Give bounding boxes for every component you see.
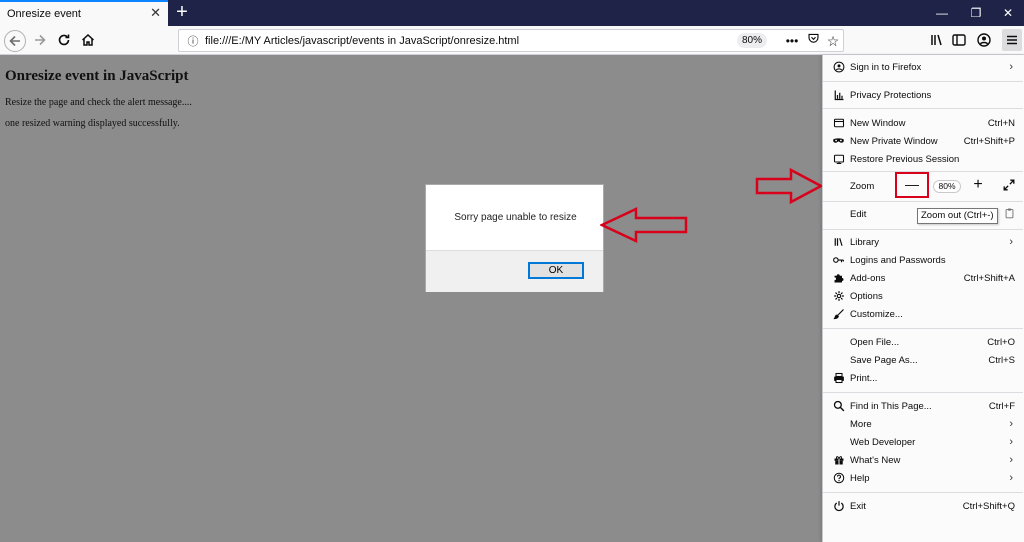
chevron-right-icon: › [1009,236,1013,248]
menu-sign-in[interactable]: Sign in to Firefox › [823,58,1023,76]
restore-button[interactable]: ❐ [958,0,994,26]
fullscreen-button[interactable] [1001,178,1017,194]
menu-separator [823,392,1023,393]
menu-open-file[interactable]: Open File... Ctrl+O [823,333,1023,351]
firefox-main-menu: Sign in to Firefox › Privacy Protections… [822,55,1024,542]
menu-print[interactable]: Print... [823,369,1023,387]
alert-dialog: Sorry page unable to resize OK [425,184,604,292]
home-icon [81,33,95,46]
hamburger-menu-button[interactable] [1002,29,1022,51]
sidebar-icon[interactable] [948,29,970,51]
menu-restore-session[interactable]: Restore Previous Session [823,150,1023,168]
menu-separator [823,328,1023,329]
search-icon [832,400,845,413]
fullscreen-expand-icon [1003,179,1015,191]
alert-footer: OK [426,250,603,292]
alert-ok-button[interactable]: OK [528,262,584,279]
restore-session-icon [832,153,845,166]
gift-icon [832,454,845,467]
menu-save-page[interactable]: Save Page As... Ctrl+S [823,351,1023,369]
pocket-icon[interactable] [804,32,822,50]
menu-new-private-window[interactable]: New Private Window Ctrl+Shift+P [823,132,1023,150]
menu-separator [823,108,1023,109]
page-heading: Onresize event in JavaScript [5,68,189,84]
menu-separator [823,81,1023,82]
chevron-right-icon: › [1009,436,1013,448]
printer-icon [832,372,845,385]
page-status-line: one resized warning displayed successful… [5,118,180,129]
private-mask-icon [832,135,845,148]
gear-icon [832,290,845,303]
tab-onresize-event[interactable]: Onresize event ✕ [0,0,168,26]
reload-icon [58,34,70,46]
hamburger-icon [1007,35,1017,45]
paintbrush-icon [832,308,845,321]
chevron-right-icon: › [1009,472,1013,484]
tab-title: Onresize event [7,8,81,20]
account-circle-icon [832,61,845,74]
home-button[interactable] [77,29,99,51]
menu-web-developer[interactable]: Web Developer › [823,433,1023,451]
reload-button[interactable] [53,29,75,51]
annotation-arrow-right-icon [755,167,823,205]
menu-find-in-page[interactable]: Find in This Page... Ctrl+F [823,397,1023,415]
menu-privacy-protections[interactable]: Privacy Protections [823,86,1023,104]
tab-strip: Onresize event ✕ + — ❐ ✕ [0,0,1024,26]
alert-message: Sorry page unable to resize [454,212,577,223]
power-icon [832,500,845,513]
library-books-icon [832,236,845,249]
chevron-right-icon: › [1009,418,1013,430]
puzzle-piece-icon [832,272,845,285]
chevron-right-icon: › [1009,61,1013,73]
menu-logins-passwords[interactable]: Logins and Passwords [823,251,1023,269]
zoom-in-button[interactable]: + [971,176,985,194]
menu-separator [823,201,1023,202]
chevron-right-icon: › [1009,454,1013,466]
menu-whats-new[interactable]: What's New › [823,451,1023,469]
key-icon [832,254,845,267]
back-arrow-icon [9,35,20,47]
zoom-out-tooltip: Zoom out (Ctrl+-) [917,208,998,224]
info-icon[interactable]: ⓘ [183,33,203,49]
library-icon[interactable] [926,29,948,51]
paste-clipboard-icon[interactable] [1004,207,1015,222]
window-icon [832,117,845,130]
new-tab-button[interactable]: + [173,1,191,23]
account-icon[interactable] [973,29,995,51]
menu-separator [823,492,1023,493]
zoom-reset-button[interactable]: 80% [933,180,961,193]
bookmark-star-icon[interactable]: ☆ [824,32,842,50]
minimize-button[interactable]: — [924,0,960,26]
url-bar[interactable]: ⓘ file:///E:/MY Articles/javascript/even… [178,29,844,52]
close-tab-icon[interactable]: ✕ [150,5,161,21]
menu-customize[interactable]: Customize... [823,305,1023,323]
forward-arrow-icon [35,34,46,46]
menu-library[interactable]: Library › [823,233,1023,251]
annotation-arrow-left-icon [600,207,688,243]
nav-bar: ⓘ file:///E:/MY Articles/javascript/even… [0,26,1024,55]
page-instruction: Resize the page and check the alert mess… [5,97,192,108]
menu-addons[interactable]: Add-ons Ctrl+Shift+A [823,269,1023,287]
zoom-out-button[interactable]: — [895,172,929,198]
page-actions-icon[interactable]: ••• [783,32,801,50]
menu-new-window[interactable]: New Window Ctrl+N [823,114,1023,132]
menu-help[interactable]: Help › [823,469,1023,487]
bar-chart-icon [832,89,845,102]
close-window-button[interactable]: ✕ [990,0,1024,26]
menu-more[interactable]: More › [823,415,1023,433]
back-button[interactable] [4,30,26,52]
forward-button[interactable] [29,29,51,51]
zoom-level-badge[interactable]: 80% [737,33,768,48]
menu-options[interactable]: Options [823,287,1023,305]
menu-separator [823,229,1023,230]
help-circle-icon [832,472,845,485]
menu-exit[interactable]: Exit Ctrl+Shift+Q [823,497,1023,515]
